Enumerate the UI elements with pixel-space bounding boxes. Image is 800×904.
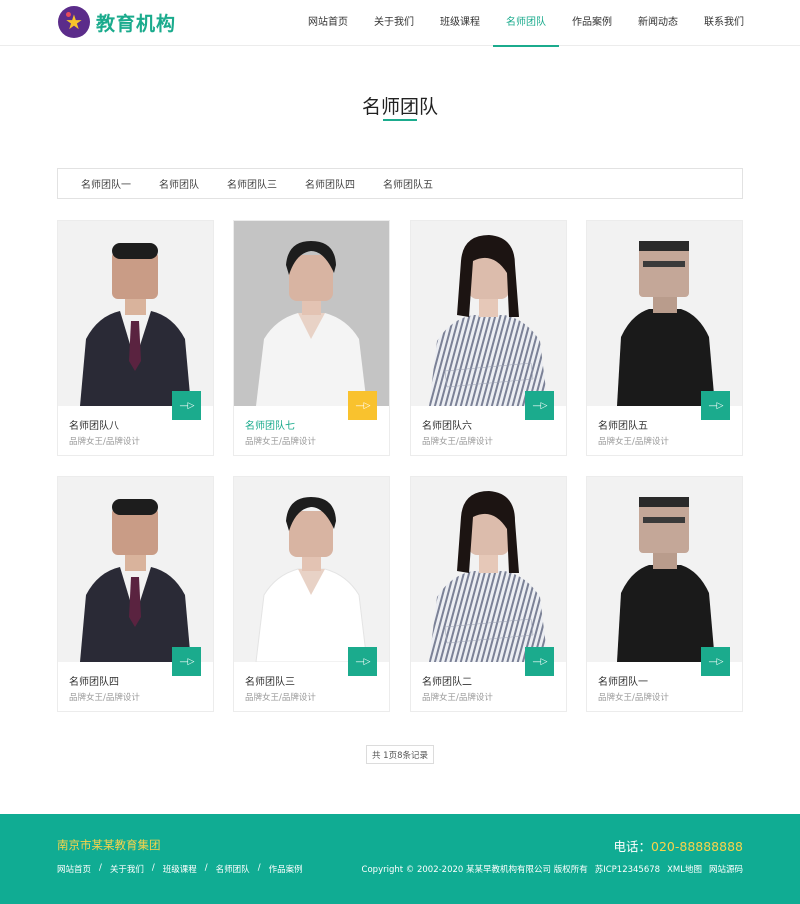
page-title: 名师团队 [361, 96, 438, 118]
main-nav: 网站首页 关于我们 班级课程 名师团队 作品案例 新闻动态 联系我们 [295, 0, 744, 47]
teacher-name[interactable]: 名师团队二 [422, 673, 472, 688]
site-source-link[interactable]: 网站源码 [709, 863, 743, 875]
teacher-name[interactable]: 名师团队六 [422, 417, 472, 432]
footer-link-separator: / [257, 863, 261, 873]
female-striped-shirt-portrait [429, 235, 548, 406]
female-white-shirt-portrait [255, 497, 368, 662]
arrow-right-icon: —▷ [708, 400, 724, 411]
view-details-button[interactable]: —▷ [348, 647, 377, 676]
teacher-photo [587, 477, 742, 662]
teacher-photo [587, 221, 742, 406]
footer-phone-label: 电话： [613, 839, 651, 854]
teacher-photo [58, 221, 213, 406]
footer-link-works[interactable]: 作品案例 [269, 863, 303, 875]
view-details-button[interactable]: —▷ [348, 391, 377, 420]
teacher-name[interactable]: 名师团队五 [598, 417, 648, 432]
teacher-desc: 品牌女王/品牌设计 [422, 693, 493, 703]
teacher-card[interactable]: —▷ 名师团队五 品牌女王/品牌设计 [586, 220, 743, 456]
copyright-text: Copyright © 2002-2020 某某早教机构有限公司 版权所有 [361, 865, 588, 875]
teacher-name[interactable]: 名师团队三 [245, 673, 295, 688]
view-details-button[interactable]: —▷ [172, 391, 201, 420]
teacher-card[interactable]: —▷ 名师团队八 品牌女王/品牌设计 [57, 220, 214, 456]
footer-phone-number: 020-88888888 [651, 839, 743, 854]
teacher-desc: 品牌女王/品牌设计 [245, 437, 316, 447]
icp-link[interactable]: 苏ICP12345678 [595, 863, 660, 875]
site-logo[interactable]: ★ 教育机构 [58, 6, 176, 38]
xml-sitemap-link[interactable]: XML地图 [667, 863, 702, 875]
teacher-name[interactable]: 名师团队一 [598, 673, 648, 688]
male-suit-portrait [80, 243, 191, 406]
teacher-card[interactable]: —▷ 名师团队三 品牌女王/品牌设计 [233, 476, 390, 712]
teacher-desc: 品牌女王/品牌设计 [598, 693, 669, 703]
teacher-card[interactable]: —▷ 名师团队一 品牌女王/品牌设计 [586, 476, 743, 712]
pagination-info: 共 1页8条记录 [366, 745, 434, 764]
footer-phone: 电话：020-88888888 [613, 836, 743, 855]
arrow-right-icon: —▷ [179, 656, 195, 667]
title-underline [383, 119, 417, 121]
arrow-right-icon: —▷ [708, 656, 724, 667]
male-black-shirt-portrait [617, 497, 715, 662]
site-footer: 南京市某某教育集团 电话：020-88888888 网站首页 / 关于我们 / … [0, 814, 800, 904]
teacher-desc: 品牌女王/品牌设计 [245, 693, 316, 703]
footer-link-teachers[interactable]: 名师团队 [216, 863, 250, 875]
teacher-photo [411, 477, 566, 662]
nav-item-courses[interactable]: 班级课程 [427, 0, 493, 46]
teacher-photo [411, 221, 566, 406]
tab-category-1[interactable]: 名师团队一 [70, 176, 142, 191]
nav-item-home[interactable]: 网站首页 [295, 0, 361, 46]
male-black-shirt-portrait [617, 241, 715, 406]
tab-category-3[interactable]: 名师团队三 [216, 176, 288, 191]
teacher-photo [234, 477, 389, 662]
logo-dot [66, 12, 71, 17]
teacher-name[interactable]: 名师团队八 [69, 417, 119, 432]
view-details-button[interactable]: —▷ [525, 647, 554, 676]
teacher-name[interactable]: 名师团队四 [69, 673, 119, 688]
footer-link-courses[interactable]: 班级课程 [163, 863, 197, 875]
teacher-card[interactable]: —▷ 名师团队二 品牌女王/品牌设计 [410, 476, 567, 712]
arrow-right-icon: —▷ [355, 400, 371, 411]
site-header: ★ 教育机构 网站首页 关于我们 班级课程 名师团队 作品案例 新闻动态 联系我… [0, 0, 800, 47]
footer-links: 网站首页 / 关于我们 / 班级课程 / 名师团队 / 作品案例 [57, 863, 303, 875]
arrow-right-icon: —▷ [179, 400, 195, 411]
view-details-button[interactable]: —▷ [701, 647, 730, 676]
teacher-photo [234, 221, 389, 406]
tab-category-4[interactable]: 名师团队四 [294, 176, 366, 191]
nav-item-contact[interactable]: 联系我们 [691, 0, 744, 46]
footer-company-name: 南京市某某教育集团 [57, 838, 161, 852]
star-badge-icon: ★ [58, 6, 90, 38]
nav-item-works[interactable]: 作品案例 [559, 0, 625, 46]
logo-text: 教育机构 [96, 12, 177, 35]
footer-link-separator: / [151, 863, 155, 873]
footer-link-separator: / [204, 863, 208, 873]
male-suit-portrait [80, 499, 191, 662]
tab-category-5[interactable]: 名师团队五 [372, 176, 444, 191]
view-details-button[interactable]: —▷ [701, 391, 730, 420]
footer-link-home[interactable]: 网站首页 [57, 863, 91, 875]
nav-item-about[interactable]: 关于我们 [361, 0, 427, 46]
tab-category-2[interactable]: 名师团队 [148, 176, 210, 191]
arrow-right-icon: —▷ [532, 656, 548, 667]
view-details-button[interactable]: —▷ [172, 647, 201, 676]
teacher-photo [58, 477, 213, 662]
nav-item-teachers[interactable]: 名师团队 [493, 0, 559, 47]
teacher-desc: 品牌女王/品牌设计 [69, 693, 140, 703]
teacher-card[interactable]: —▷ 名师团队七 品牌女王/品牌设计 [233, 220, 390, 456]
nav-item-news[interactable]: 新闻动态 [625, 0, 691, 46]
teacher-desc: 品牌女王/品牌设计 [422, 437, 493, 447]
female-white-shirt-portrait [256, 241, 367, 406]
teacher-card[interactable]: —▷ 名师团队四 品牌女王/品牌设计 [57, 476, 214, 712]
teacher-name[interactable]: 名师团队七 [245, 417, 295, 432]
teacher-desc: 品牌女王/品牌设计 [69, 437, 140, 447]
teacher-desc: 品牌女王/品牌设计 [598, 437, 669, 447]
female-striped-shirt-portrait [429, 491, 548, 662]
footer-link-about[interactable]: 关于我们 [110, 863, 144, 875]
teacher-card[interactable]: —▷ 名师团队六 品牌女王/品牌设计 [410, 220, 567, 456]
footer-link-separator: / [99, 863, 102, 873]
arrow-right-icon: —▷ [355, 656, 371, 667]
footer-copyright: Copyright © 2002-2020 某某早教机构有限公司 版权所有 苏I… [362, 863, 743, 875]
arrow-right-icon: —▷ [532, 400, 548, 411]
view-details-button[interactable]: —▷ [525, 391, 554, 420]
category-tabs: 名师团队一 名师团队 名师团队三 名师团队四 名师团队五 [57, 168, 743, 199]
